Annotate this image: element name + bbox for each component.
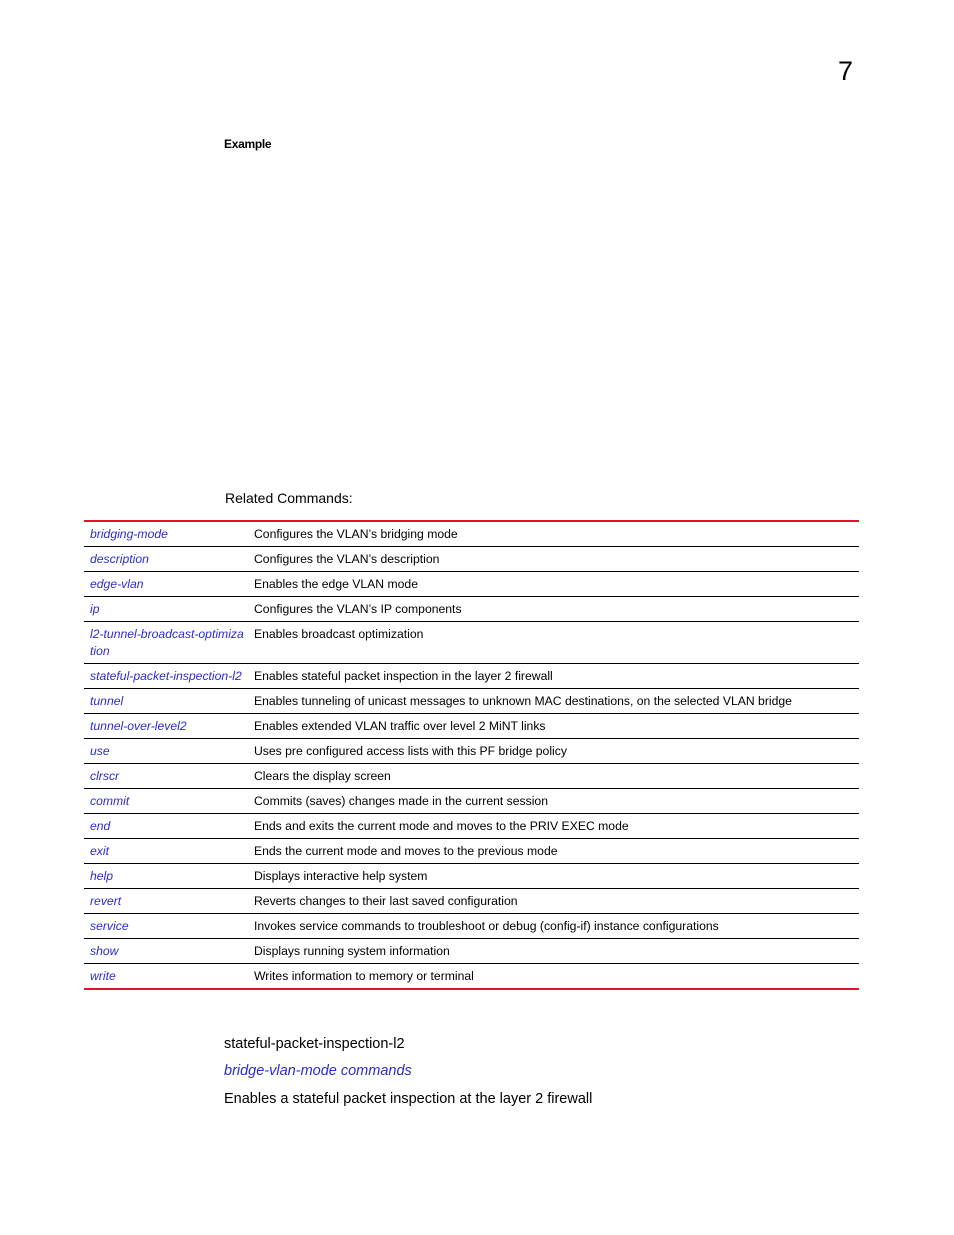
- command-link[interactable]: bridging-mode: [84, 521, 250, 547]
- command-description: Displays interactive help system: [250, 863, 859, 889]
- command-description: Commits (saves) changes made in the curr…: [250, 788, 859, 814]
- related-commands-table: bridging-mode Configures the VLAN’s bridg…: [84, 520, 859, 990]
- table-row: service Invokes service commands to troub…: [84, 913, 859, 939]
- command-description: Enables broadcast optimization: [250, 621, 859, 664]
- command-link[interactable]: tunnel-over-level2: [84, 713, 250, 739]
- table-row: ip Configures the VLAN’s IP components: [84, 596, 859, 622]
- command-link[interactable]: clrscr: [84, 763, 250, 789]
- command-link[interactable]: exit: [84, 838, 250, 864]
- command-description: Reverts changes to their last saved conf…: [250, 888, 859, 914]
- command-description: Configures the VLAN’s description: [250, 546, 859, 572]
- command-link[interactable]: commit: [84, 788, 250, 814]
- command-description: Enables tunneling of unicast messages to…: [250, 688, 859, 714]
- command-description: Uses pre configured access lists with th…: [250, 738, 859, 764]
- command-description: Ends the current mode and moves to the p…: [250, 838, 859, 864]
- bridge-vlan-mode-commands-link[interactable]: bridge-vlan-mode commands: [224, 1063, 412, 1079]
- command-description: Clears the display screen: [250, 763, 859, 789]
- command-link[interactable]: service: [84, 913, 250, 939]
- example-label: Example: [224, 137, 272, 151]
- section-description: Enables a stateful packet inspection at …: [224, 1091, 593, 1107]
- command-link[interactable]: use: [84, 738, 250, 764]
- command-description: Displays running system information: [250, 938, 859, 964]
- command-description: Ends and exits the current mode and move…: [250, 813, 859, 839]
- table-row: clrscr Clears the display screen: [84, 763, 859, 789]
- command-description: Configures the VLAN’s IP components: [250, 596, 859, 622]
- command-link[interactable]: description: [84, 546, 250, 572]
- table-row: l2-tunnel-broadcast-optimization Enables …: [84, 621, 859, 664]
- command-link[interactable]: revert: [84, 888, 250, 914]
- command-description: Enables extended VLAN traffic over level…: [250, 713, 859, 739]
- command-link[interactable]: help: [84, 863, 250, 889]
- table-row: edge-vlan Enables the edge VLAN mode: [84, 571, 859, 597]
- command-link[interactable]: tunnel: [84, 688, 250, 714]
- command-link[interactable]: edge-vlan: [84, 571, 250, 597]
- table-row: end Ends and exits the current mode and m…: [84, 813, 859, 839]
- related-commands-heading: Related Commands:: [225, 490, 353, 506]
- command-link[interactable]: ip: [84, 596, 250, 622]
- table-row: commit Commits (saves) changes made in th…: [84, 788, 859, 814]
- table-row: show Displays running system information: [84, 938, 859, 964]
- command-description: Enables the edge VLAN mode: [250, 571, 859, 597]
- table-row: bridging-mode Configures the VLAN’s bridg…: [84, 521, 859, 547]
- table-row: description Configures the VLAN’s descrip…: [84, 546, 859, 572]
- table-row: help Displays interactive help system: [84, 863, 859, 889]
- table-row: use Uses pre configured access lists with…: [84, 738, 859, 764]
- table-row: tunnel-over-level2 Enables extended VLAN …: [84, 713, 859, 739]
- chapter-number: 7: [838, 56, 854, 86]
- table-row: write Writes information to memory or ter…: [84, 963, 859, 989]
- command-link[interactable]: show: [84, 938, 250, 964]
- table-row: stateful-packet-inspection-l2 Enables sta…: [84, 663, 859, 689]
- command-description: Invokes service commands to troubleshoot…: [250, 913, 859, 939]
- table-row: revert Reverts changes to their last save…: [84, 888, 859, 914]
- command-link[interactable]: stateful-packet-inspection-l2: [84, 663, 250, 689]
- command-link[interactable]: l2-tunnel-broadcast-optimization: [84, 621, 250, 664]
- table-row: exit Ends the current mode and moves to t…: [84, 838, 859, 864]
- command-link[interactable]: end: [84, 813, 250, 839]
- command-description: Writes information to memory or terminal: [250, 963, 859, 989]
- command-description: Configures the VLAN’s bridging mode: [254, 527, 458, 541]
- command-description: Enables stateful packet inspection in th…: [250, 663, 859, 689]
- table-row: tunnel Enables tunneling of unicast messa…: [84, 688, 859, 714]
- command-link[interactable]: write: [84, 963, 250, 989]
- section-title: stateful-packet-inspection-l2: [224, 1036, 405, 1052]
